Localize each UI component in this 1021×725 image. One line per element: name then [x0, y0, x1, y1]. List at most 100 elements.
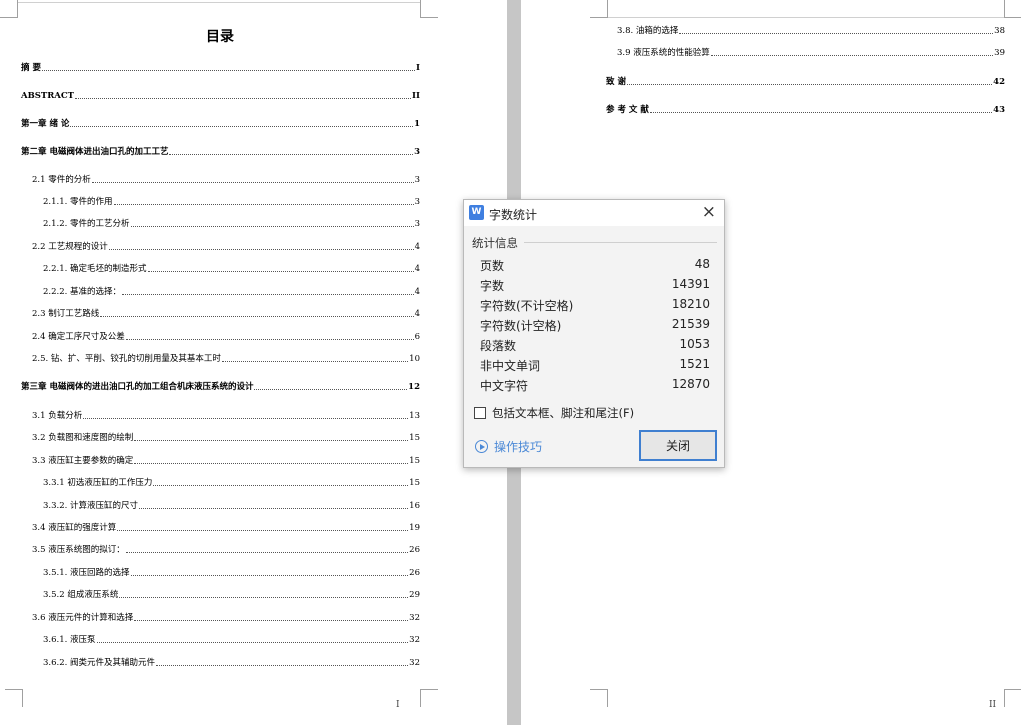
toc-dot-leader	[130, 226, 414, 227]
toc-entry[interactable]: 3.1 负载分析 13	[32, 408, 420, 421]
toc-entry-page: 3	[414, 175, 420, 185]
stat-label: 字数	[480, 279, 505, 293]
toc-entry[interactable]: 3.6 液压元件的计算和选择 32	[32, 610, 420, 623]
dialog-title: 字数统计	[489, 208, 538, 222]
toc-entry[interactable]: 2.1.1. 零件的作用 3	[43, 194, 420, 207]
toc-entry[interactable]: 3.5.1. 液压回路的选择 26	[43, 565, 420, 578]
toc-entry[interactable]: 摘 要I	[21, 60, 420, 73]
toc-entry-page: 29	[409, 590, 420, 600]
toc-entry-page: 3	[414, 147, 420, 157]
close-button[interactable]: 关闭	[639, 430, 717, 461]
toc-entry-page: I	[416, 63, 420, 73]
toc-entry-page: 26	[409, 568, 420, 578]
toc-entry-text: 致 谢	[606, 77, 626, 87]
stat-label: 中文字符	[480, 379, 529, 393]
toc-entry[interactable]: 3.5 液压系统图的拟订： 26	[32, 542, 420, 555]
toc-entry-page: 38	[994, 26, 1005, 36]
toc-entry-page: 26	[409, 545, 420, 555]
toc-entry-page: 16	[409, 501, 420, 511]
toc-dot-leader	[113, 204, 414, 205]
stat-label: 段落数	[480, 339, 517, 353]
toc-entry[interactable]: 第三章 电磁阀体的进出油口孔的加工组合机床液压系统的设计 12	[21, 379, 420, 392]
stat-value: 18210	[671, 297, 710, 311]
toc-entry[interactable]: 致 谢 42	[606, 74, 1005, 87]
toc-entry[interactable]: 2.3 制订工艺路线 4	[32, 306, 420, 319]
stat-value: 21539	[671, 317, 710, 331]
close-icon[interactable]: ×	[702, 203, 716, 221]
toc-entry-page: 15	[409, 433, 420, 443]
toc-entry[interactable]: 第一章 绪 论 1	[21, 116, 420, 129]
toc-entry[interactable]: 3.2 负载图和速度图的绘制 15	[32, 430, 420, 443]
toc-entry[interactable]: 2.1.2. 零件的工艺分析 3	[43, 216, 420, 229]
toc-entry[interactable]: 3.8. 油箱的选择 38	[617, 23, 1005, 36]
toc-entry[interactable]: 2.2.2. 基准的选择： 4	[43, 284, 420, 297]
toc-dot-leader	[153, 485, 409, 486]
toc-entry-text: 3.5 液压系统图的拟订：	[32, 545, 125, 555]
toc-entry-text: 2.3 制订工艺路线	[32, 309, 100, 319]
page-corner-mark	[590, 689, 608, 707]
toc-entry-text: 3.6.2. 阀类元件及其辅助元件	[43, 658, 156, 668]
word-count-dialog: W 字数统计 × 统计信息 页数 48 字数 14391 字符数(不计空格) 1…	[463, 199, 725, 468]
toc-dot-leader	[254, 389, 408, 390]
toc-entry-text: 3.9 液压系统的性能验算	[617, 48, 710, 58]
toc-entry[interactable]: 2.2.1. 确定毛坯的制造形式 4	[43, 261, 420, 274]
toc-dot-leader	[130, 575, 409, 576]
toc-entry-page: 4	[414, 309, 420, 319]
toc-dot-leader	[108, 249, 414, 250]
toc-entry-text: 2.4 确定工序尺寸及公差	[32, 332, 125, 342]
stat-value: 1053	[679, 337, 710, 351]
toc-entry[interactable]: 3.6.2. 阀类元件及其辅助元件 32	[43, 655, 420, 668]
toc-entry[interactable]: 3.3 液压缸主要参数的确定 15	[32, 453, 420, 466]
toc-entry-text: 第二章 电磁阀体进出油口孔的加工工艺	[21, 147, 169, 157]
toc-dot-leader	[626, 84, 993, 85]
tips-label: 操作技巧	[494, 440, 543, 454]
toc-entry[interactable]: 3.3.1 初选液压缸的工作压力 15	[43, 475, 420, 488]
toc-entry-page: 19	[409, 523, 420, 533]
toc-entry-text: 3.2 负载图和速度图的绘制	[32, 433, 134, 443]
toc-dot-leader	[134, 463, 409, 464]
page-corner-mark	[0, 0, 18, 18]
toc-dot-leader	[649, 112, 993, 113]
toc-entry[interactable]: 参 考 文 献 43	[606, 102, 1005, 115]
toc-entry[interactable]: ABSTRACT II	[21, 88, 420, 101]
toc-dot-leader	[221, 361, 409, 362]
toc-entry[interactable]: 3.5.2 组成液压系统 29	[43, 587, 420, 600]
toc-entry[interactable]: 第二章 电磁阀体进出油口孔的加工工艺 3	[21, 144, 420, 157]
toc-dot-leader	[117, 530, 409, 531]
tips-link[interactable]: 操作技巧	[475, 438, 542, 455]
stat-label: 字符数(不计空格)	[480, 299, 574, 313]
toc-dot-leader	[710, 55, 994, 56]
toc-entry[interactable]: 2.1 零件的分析 3	[32, 172, 420, 185]
page-corner-mark	[420, 689, 438, 707]
toc-dot-leader	[91, 182, 414, 183]
toc-dot-leader	[70, 126, 414, 127]
stat-value: 14391	[671, 277, 710, 291]
toc-dot-leader	[122, 294, 414, 295]
toc-dot-leader	[75, 98, 412, 99]
include-textbox-footnotes-checkbox[interactable]	[474, 406, 486, 419]
toc-dot-leader	[125, 552, 409, 553]
toc-entry[interactable]: 3.6.1. 液压泵 32	[43, 632, 420, 645]
toc-entry[interactable]: 2.5. 钻、扩、平削、铰孔的切削用量及其基本工时 10	[32, 351, 420, 364]
toc-entry-page: 43	[993, 105, 1005, 115]
toc-entry-page: 1	[414, 119, 420, 129]
toc-dot-leader	[139, 508, 409, 509]
page-number: I	[396, 700, 400, 710]
toc-entry-text: 3.5.1. 液压回路的选择	[43, 568, 130, 578]
include-textbox-footnotes-option[interactable]: 包括文本框、脚注和尾注(F)	[474, 405, 634, 420]
header-rule	[608, 17, 1004, 18]
toc-entry-page: 32	[409, 613, 420, 623]
header-rule	[18, 2, 420, 3]
toc-entry[interactable]: 2.2 工艺规程的设计 4	[32, 239, 420, 252]
toc-entry[interactable]: 2.4 确定工序尺寸及公差 6	[32, 329, 420, 342]
toc-entry-text: 2.1 零件的分析	[32, 175, 91, 185]
toc-entry-page: 32	[409, 635, 420, 645]
toc-entry-page: 15	[409, 456, 420, 466]
dialog-titlebar[interactable]: W 字数统计 ×	[464, 200, 724, 226]
page-corner-mark	[1004, 0, 1021, 18]
toc-entry-page: 42	[993, 77, 1005, 87]
toc-entry[interactable]: 3.3.2. 计算液压缸的尺寸 16	[43, 498, 420, 511]
toc-entry[interactable]: 3.9 液压系统的性能验算 39	[617, 45, 1005, 58]
stat-label: 字符数(计空格)	[480, 319, 562, 333]
toc-entry[interactable]: 3.4 液压缸的强度计算 19	[32, 520, 420, 533]
